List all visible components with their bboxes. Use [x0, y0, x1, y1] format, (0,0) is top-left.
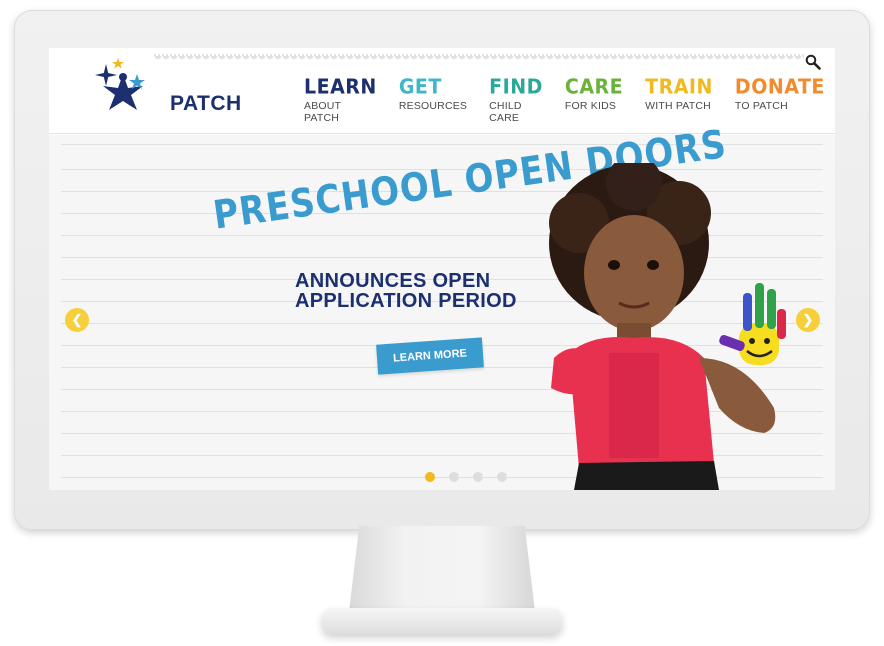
nav-title: LEARN — [304, 75, 377, 99]
child-photo — [549, 163, 786, 490]
nav-title: FIND — [489, 75, 543, 99]
slider-dot-3[interactable] — [473, 472, 483, 482]
learn-more-button[interactable]: LEARN MORE — [376, 337, 484, 375]
slider-dot-4[interactable] — [497, 472, 507, 482]
slider-pagination — [425, 472, 521, 482]
header-decorative-edge — [154, 54, 804, 64]
slider-prev-button[interactable]: ❮ — [65, 308, 89, 332]
nav-subtitle: TO PATCH — [734, 100, 788, 112]
nav-title: CARE — [564, 75, 624, 99]
nav-subtitle: RESOURCES — [398, 100, 468, 112]
monitor-stand-neck — [348, 526, 536, 620]
logo-text: PATCH — [170, 92, 242, 115]
slider-next-button[interactable]: ❯ — [796, 308, 820, 332]
chevron-right-icon: ❯ — [802, 312, 814, 327]
slide-subheadline: ANNOUNCES OPEN APPLICATION PERIOD — [295, 270, 517, 312]
nav-item-find[interactable]: FIND CHILD CARE — [489, 75, 543, 124]
nav-item-donate[interactable]: DONATE TO PATCH — [734, 75, 825, 120]
slider-dot-2[interactable] — [449, 472, 459, 482]
main-nav: LEARN ABOUT PATCH GET RESOURCES FIND CHI… — [304, 75, 835, 124]
website-screen: PATCH LEARN ABOUT PATCH GET RESOURCES FI… — [49, 48, 835, 490]
nav-item-learn[interactable]: LEARN ABOUT PATCH — [304, 75, 377, 124]
nav-subtitle: WITH PATCH — [645, 100, 711, 112]
search-icon[interactable] — [805, 54, 821, 70]
logo-stars-icon — [95, 58, 145, 110]
nav-item-care[interactable]: CARE FOR KIDS — [564, 75, 624, 120]
nav-subtitle: FOR KIDS — [564, 100, 617, 112]
nav-title: GET — [398, 75, 442, 99]
slide-margin — [823, 135, 835, 490]
slider-dot-1[interactable] — [425, 472, 435, 482]
nav-subtitle: CHILD CARE — [489, 100, 522, 124]
chevron-left-icon: ❮ — [71, 312, 83, 327]
patch-logo[interactable]: PATCH — [93, 56, 241, 115]
slide-margin — [49, 135, 61, 490]
nav-title: TRAIN — [645, 75, 713, 99]
nav-title: DONATE — [734, 75, 825, 99]
nav-subtitle: ABOUT PATCH — [304, 100, 341, 124]
site-header: PATCH LEARN ABOUT PATCH GET RESOURCES FI… — [49, 48, 835, 134]
hero-slider: PRESCHOOL OPEN DOORS ANNOUNCES OPEN APPL… — [49, 121, 835, 490]
monitor-stand-base — [322, 608, 562, 634]
nav-item-get[interactable]: GET RESOURCES — [398, 75, 468, 120]
nav-item-train[interactable]: TRAIN WITH PATCH — [645, 75, 713, 120]
